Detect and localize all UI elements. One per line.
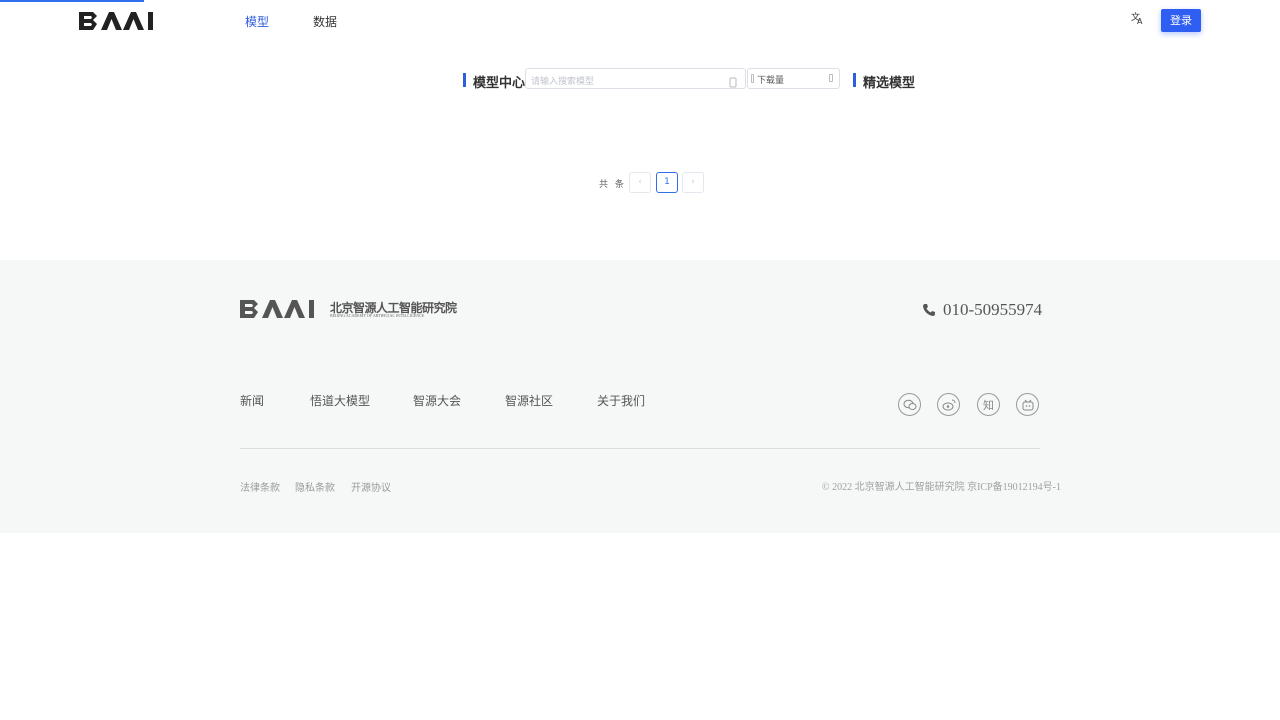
sort-icon (751, 74, 754, 83)
section-accent-bar (853, 73, 856, 87)
search-input[interactable] (526, 72, 716, 92)
footer-link-news[interactable]: 新闻 (240, 392, 264, 409)
wechat-icon[interactable] (898, 393, 921, 416)
footer-link-conference[interactable]: 智源大会 (413, 392, 461, 409)
sort-select[interactable]: 下载量 (747, 68, 840, 89)
phone-number: 010-50955974 (943, 300, 1043, 319)
footer-legal-terms-link[interactable]: 法律条款 (240, 479, 280, 494)
svg-text:A: A (1137, 17, 1143, 25)
site-footer: 北京智源人工智能研究院 BEIJING ACADEMY OF ARTIFICIA… (0, 260, 1280, 533)
footer-copyright: © 2022 北京智源人工智能研究院 京ICP备19012194号-1 (822, 482, 1061, 493)
nav-tab-datasets[interactable]: 数据 (313, 13, 337, 30)
footer-link-wudao[interactable]: 悟道大模型 (310, 392, 370, 409)
pagination-prev-button[interactable]: ‹ (629, 172, 651, 193)
search-icon[interactable] (729, 73, 739, 88)
phone-icon (923, 304, 935, 316)
baai-logo[interactable] (79, 12, 159, 30)
footer-privacy-link[interactable]: 隐私条款 (295, 479, 335, 494)
footer-org-name-en: BEIJING ACADEMY OF ARTIFICIAL INTELLIGEN… (330, 313, 425, 318)
chevron-left-icon: ‹ (638, 177, 642, 187)
footer-link-about[interactable]: 关于我们 (597, 392, 645, 409)
pagination-next-button[interactable]: › (682, 172, 704, 193)
nav-tab-models[interactable]: 模型 (245, 13, 269, 30)
top-navigation: 模型 数据 文 A 登录 (0, 0, 1280, 40)
chevron-right-icon: › (691, 177, 695, 187)
sort-selected-value: 下载量 (757, 76, 785, 86)
chevron-down-icon (829, 74, 833, 82)
footer-logo: 北京智源人工智能研究院 BEIJING ACADEMY OF ARTIFICIA… (240, 300, 470, 320)
translate-icon[interactable]: 文 A (1131, 11, 1145, 25)
weibo-icon[interactable] (937, 393, 960, 416)
pagination-page-1[interactable]: 1 (656, 172, 678, 193)
featured-models-title: 精选模型 (863, 76, 916, 91)
footer-opensource-link[interactable]: 开源协议 (351, 479, 391, 494)
zhihu-glyph: 知 (983, 398, 994, 412)
login-button[interactable]: 登录 (1161, 9, 1201, 32)
footer-link-community[interactable]: 智源社区 (505, 392, 553, 409)
footer-divider (240, 448, 1040, 449)
model-center-title: 模型中心 (473, 76, 526, 91)
bilibili-icon[interactable] (1016, 393, 1039, 416)
model-search-box[interactable] (525, 68, 746, 92)
section-accent-bar (463, 73, 466, 87)
pagination-total: 共 条 (599, 180, 626, 190)
zhihu-icon[interactable]: 知 (977, 393, 1000, 416)
